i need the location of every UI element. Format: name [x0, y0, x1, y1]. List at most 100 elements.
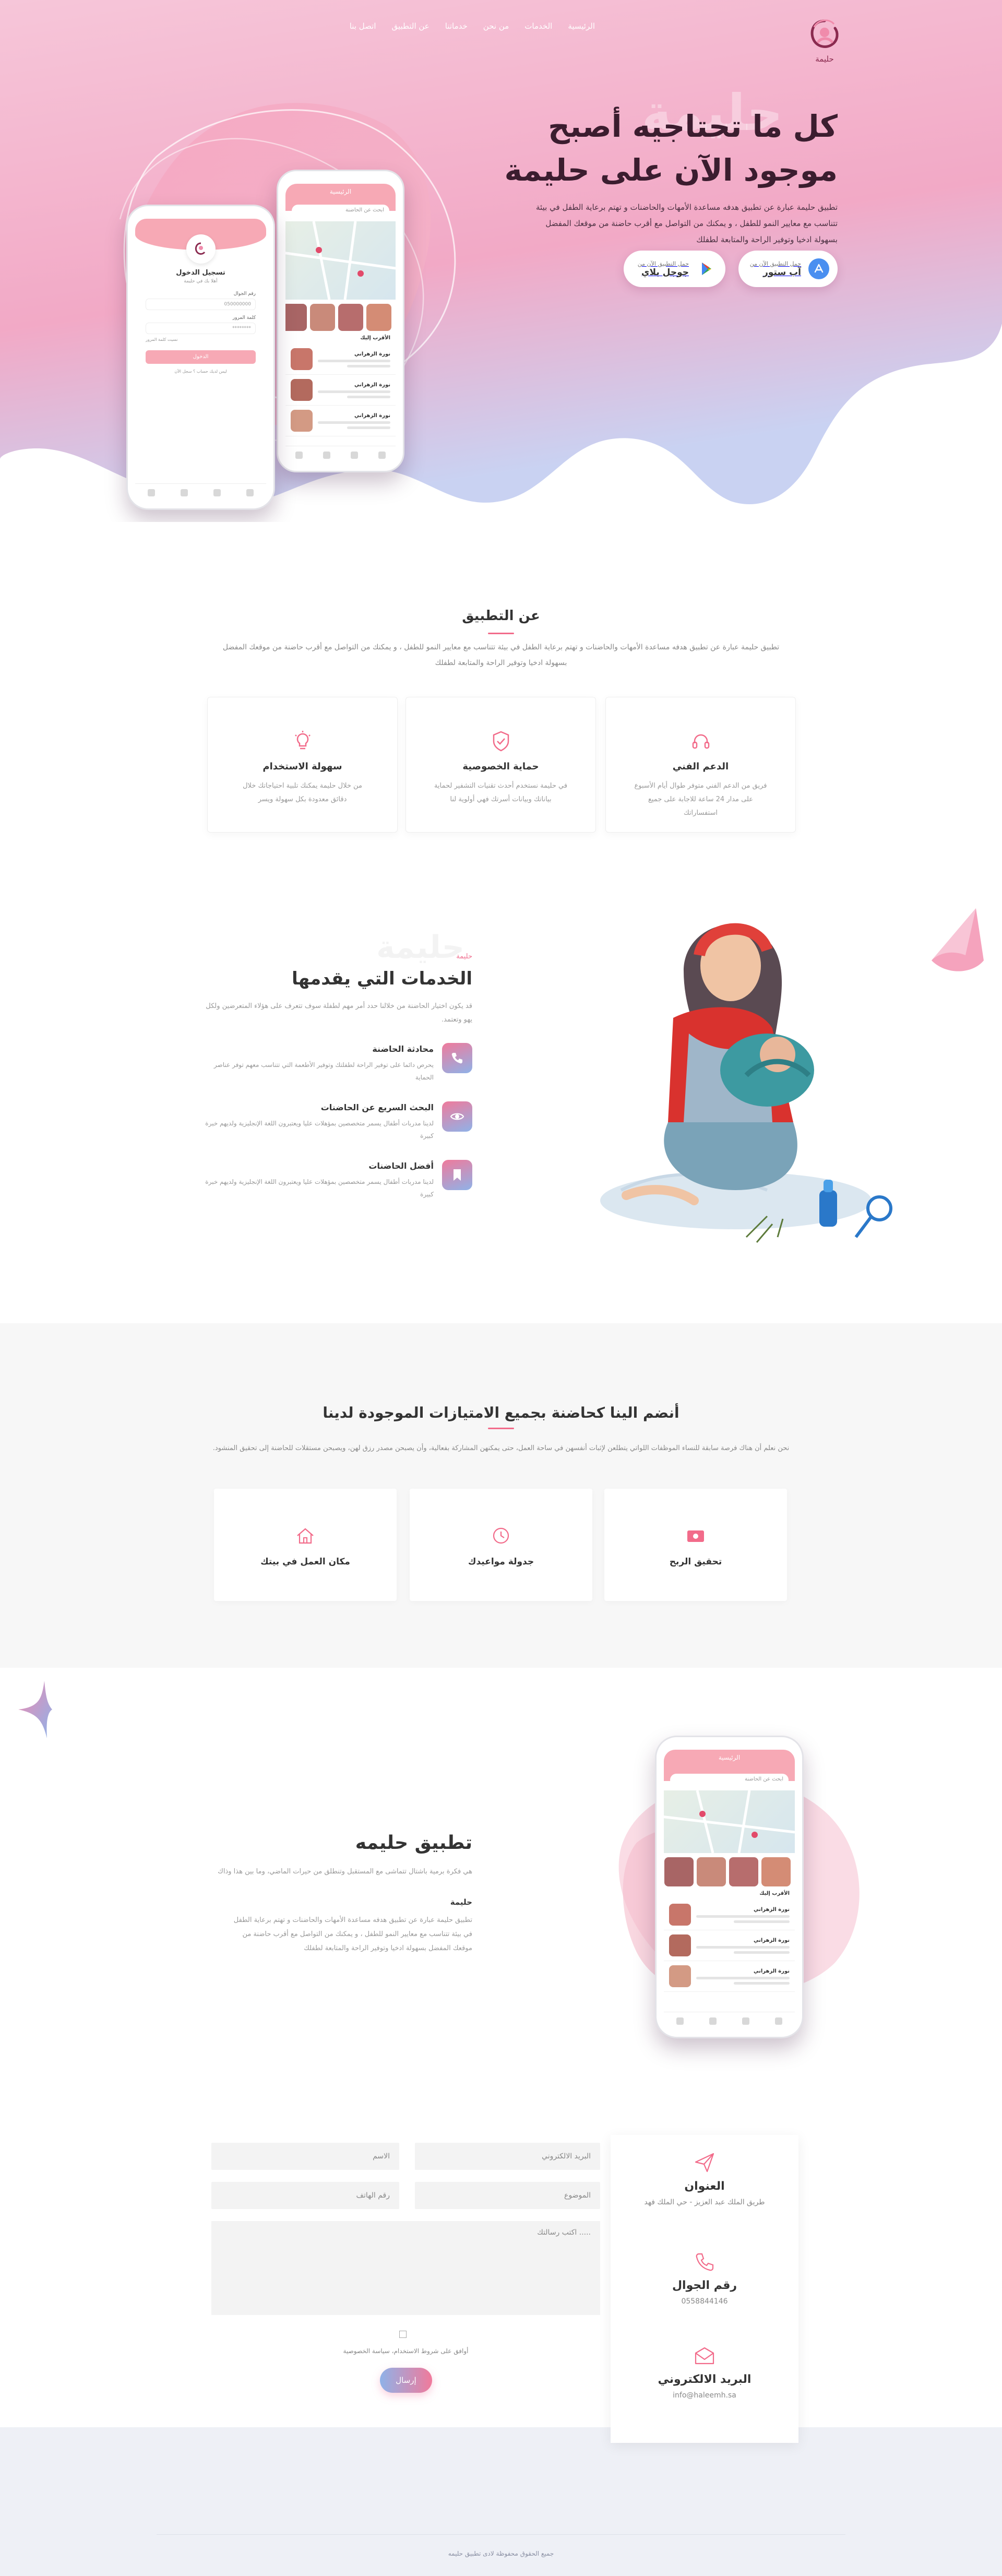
hero-title: كل ما تحتاجيه أصبح موجود الآن على حليمة: [462, 104, 838, 192]
phone-icon: [696, 2253, 714, 2271]
feature-text: فريق من الدعم الفني متوفر طوال أيام الأس…: [634, 782, 767, 817]
terms-checkbox[interactable]: [399, 2331, 407, 2338]
contact-email: البريد الالكتروني info@haleemh.sa: [611, 2344, 798, 2400]
service-title: البحث السريع عن الحاضنات: [320, 1102, 434, 1112]
contact-info-panel: العنوان طريق الملك عبد العزيز - حي الملك…: [611, 2135, 798, 2443]
google-play-icon: [696, 258, 717, 279]
app-phone-card: نورة الزهراني: [664, 1900, 795, 1930]
about-title-underline: [488, 633, 514, 634]
phone-login-title: تسجيل الدخول: [176, 269, 225, 277]
nav-our-services-link[interactable]: خدماتنا: [445, 21, 468, 31]
google-play-button[interactable]: حمل التطبيق الآن من جوجل بلاي: [624, 251, 725, 287]
phone-number-field[interactable]: [211, 2182, 399, 2209]
app-text: تطبيق حليمة عبارة عن تطبيق هدفه مساعدة ا…: [233, 1916, 472, 1952]
lightbulb-icon: [294, 731, 311, 750]
name-field[interactable]: [211, 2143, 399, 2170]
phone-search-bar: ابحث عن الحاضنة: [292, 205, 389, 217]
brand-name: حليمة: [815, 54, 834, 64]
app-store-label: آب ستور: [763, 267, 801, 278]
phone-map: [285, 221, 396, 300]
feature-title: الدعم الفني: [672, 761, 729, 772]
google-play-label: جوجل بلاي: [641, 267, 689, 278]
feature-text: من خلال حليمة يمكنك تلبية احتياجاتك خلال…: [243, 782, 362, 803]
app-phone-card: نورة الزهراني: [664, 1930, 795, 1961]
message-field[interactable]: [211, 2221, 600, 2315]
app-phone-section: الأقرب إليك: [759, 1891, 790, 1896]
app-subtitle: حليمة: [450, 1897, 472, 1907]
about-title: عن التطبيق: [462, 608, 540, 624]
feature-title: حماية الخصوصية: [462, 761, 539, 772]
phone-login-subtitle: أهلا بك في حليمة: [184, 279, 218, 284]
join-description: نحن نعلم أن هناك فرصة سابقة للنساء الموظ…: [212, 1444, 790, 1452]
brand-logo[interactable]: حليمة: [804, 17, 845, 66]
about-description: تطبيق حليمة عبارة عن تطبيق هدفه مساعدة ا…: [222, 643, 780, 667]
contact-email-value: info@haleemh.sa: [673, 2391, 736, 2400]
hero-description: تطبيق حليمة عبارة عن تطبيق هدفه مساعدة ا…: [535, 203, 838, 244]
contact-address-value: طريق الملك عبد العزيز - حي الملك فهد: [644, 2198, 765, 2206]
service-item-best: أفضل الحاضنات لدينا مدربات أطفال يسمر مت…: [190, 1160, 472, 1207]
subject-field[interactable]: [415, 2182, 600, 2209]
party-hat-decoration: [932, 908, 984, 971]
forgot-password-link: نسيت كلمة المرور: [146, 337, 178, 342]
shield-check-icon: [493, 731, 509, 752]
nav-home-link[interactable]: الرئيسية: [568, 21, 595, 31]
app-phone-screen: الرئيسية ابحث عن الحاضنة الأقرب إليك نور…: [655, 1736, 804, 2038]
contact-phone-title: رقم الجوال: [672, 2279, 737, 2292]
feature-card-support: الدعم الفني فريق من الدعم الفني متوفر طو…: [605, 697, 796, 833]
service-item-chat: محادثة الحاضنة يحرص دائما على توفير الرا…: [190, 1043, 472, 1090]
phone-tab-bar: [285, 446, 396, 464]
phone-list-title: الرئيسية: [329, 188, 352, 195]
feature-card-privacy: حماية الخصوصية في حليمة نستخدم أحدث تقني…: [405, 697, 596, 833]
nav-about-link[interactable]: من نحن: [483, 21, 509, 31]
logo-mother-child-icon: [810, 19, 839, 48]
join-card-title: تحقيق الربح: [669, 1557, 722, 1567]
phone-field-label: رقم الجوال: [233, 291, 256, 296]
home-icon: [297, 1528, 314, 1544]
service-title: أفضل الحاضنات: [368, 1161, 434, 1171]
nav-contact-link[interactable]: اتصل بنا: [350, 21, 376, 31]
hero-section: حليمة الرئيسية الخدمات من نحن خدماتنا عن…: [0, 0, 1002, 522]
contact-phone-value: 0558844146: [681, 2297, 728, 2306]
contact-address-title: العنوان: [684, 2180, 725, 2193]
app-phone-map: [664, 1790, 795, 1853]
star-decoration: [18, 1681, 52, 1738]
email-field[interactable]: [415, 2143, 600, 2170]
hero-phone-login-screen: تسجيل الدخول أهلا بك في حليمة رقم الجوال…: [126, 205, 275, 510]
top-navigation: حليمة الرئيسية الخدمات من نحن خدماتنا عن…: [0, 17, 1002, 64]
bookmark-icon: [442, 1160, 472, 1190]
services-description: قد يكون اختيار الحاضنة من خلالنا حدد أمر…: [206, 1002, 472, 1024]
app-store-button[interactable]: حمل التطبيق الآن من آب ستور: [738, 251, 838, 287]
clock-icon: [493, 1527, 509, 1544]
money-icon: [687, 1530, 704, 1542]
password-field: ********: [146, 323, 256, 334]
phone-featured-row: [285, 300, 396, 332]
app-phone-card: نورة الزهراني: [664, 1961, 795, 1992]
join-title-underline: [488, 1428, 514, 1429]
join-card-schedule: جدولة مواعيدك: [410, 1489, 592, 1601]
phone-login-logo: [186, 234, 216, 264]
hero-phone-list-screen: الرئيسية ابحث عن الحاضنة الأقرب إليك نور…: [277, 170, 404, 472]
app-phone-search: ابحث عن الحاضنة: [670, 1774, 789, 1786]
join-card-title: جدولة مواعيدك: [468, 1557, 534, 1567]
nav-services-link[interactable]: الخدمات: [524, 21, 552, 31]
phone-register-link: ليس لديك حساب ؟ سجل الآن: [174, 369, 227, 374]
service-text: يحرص دائما على توفير الراحة لطفلتك وتوفي…: [213, 1061, 434, 1081]
service-text: لدينا مدربات أطفال يسمر متخصصين بمؤهلات …: [205, 1120, 434, 1139]
eye-icon: [442, 1101, 472, 1132]
hero-title-line-2: موجود الآن على حليمة: [504, 152, 838, 188]
join-title: أنضم الينا كحاضنة بجميع الامتيازات الموج…: [323, 1404, 679, 1421]
service-item-search: البحث السريع عن الحاضنات لدينا مدربات أط…: [190, 1101, 472, 1148]
phone-icon: [442, 1043, 472, 1073]
app-store-icon: [808, 258, 829, 279]
footer-divider: [157, 2534, 845, 2535]
service-title: محادثة الحاضنة: [372, 1044, 434, 1054]
headset-icon: [692, 734, 709, 749]
phone-field: 050000000: [146, 299, 256, 310]
feature-text: في حليمة نستخدم أحدث تقنيات التشفير لحما…: [434, 782, 568, 803]
services-title: الخدمات التي يقدمها: [291, 968, 472, 989]
join-card-title: مكان العمل في بيتك: [260, 1557, 350, 1567]
contact-email-title: البريد الالكتروني: [658, 2373, 752, 2386]
send-button[interactable]: إرسال: [380, 2368, 432, 2393]
join-card-profit: تحقيق الربح: [604, 1489, 787, 1601]
nav-about-app-link[interactable]: عن التطبيق: [391, 21, 429, 31]
